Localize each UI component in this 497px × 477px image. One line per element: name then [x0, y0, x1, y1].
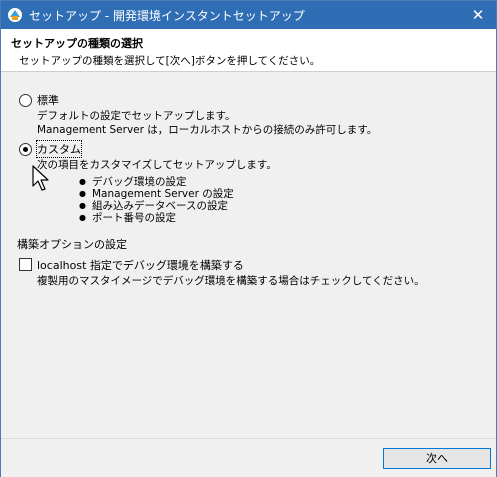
setup-window: セットアップ - 開発環境インスタントセットアップ ✕ セットアップの種類の選択…: [0, 0, 497, 477]
page-header: セットアップの種類の選択 セットアップの種類を選択して[次へ]ボタンを押してくだ…: [1, 29, 496, 72]
app-icon: [8, 8, 22, 22]
next-button[interactable]: 次へ: [383, 448, 491, 469]
window-title: セットアップ - 開発環境インスタントセットアップ: [29, 9, 305, 23]
radio-standard-label[interactable]: 標準: [37, 92, 59, 108]
page-heading: セットアップの種類の選択: [11, 37, 143, 50]
radio-custom-dot: [23, 147, 28, 152]
main-content: 標準 デフォルトの設定でセットアップします。 Management Server…: [1, 72, 496, 437]
radio-custom-label[interactable]: カスタム: [36, 140, 82, 158]
custom-desc-1: 次の項目をカスタマイズしてセットアップします。: [37, 159, 277, 171]
page-instruction: セットアップの種類を選択して[次へ]ボタンを押してください。: [19, 55, 321, 67]
footer-bar: 次へ: [1, 438, 496, 477]
custom-item: ポート番号の設定: [79, 210, 176, 225]
localhost-checkbox-hint: 複製用のマスタイメージでデバッグ環境を構築する場合はチェックしてください。: [37, 275, 425, 287]
close-icon[interactable]: ✕: [460, 1, 496, 29]
radio-standard[interactable]: [19, 94, 32, 107]
standard-desc-1: デフォルトの設定でセットアップします。: [37, 110, 236, 122]
radio-custom[interactable]: [19, 143, 32, 156]
mouse-cursor-icon: [32, 165, 49, 191]
title-bar: セットアップ - 開発環境インスタントセットアップ ✕: [1, 1, 496, 29]
localhost-checkbox-label[interactable]: localhost 指定でデバッグ環境を構築する: [37, 257, 244, 273]
build-options-heading: 構築オプションの設定: [17, 238, 127, 251]
standard-desc-2: Management Server は，ローカルホストからの接続のみ許可します。: [37, 124, 378, 136]
localhost-checkbox[interactable]: [19, 258, 32, 271]
